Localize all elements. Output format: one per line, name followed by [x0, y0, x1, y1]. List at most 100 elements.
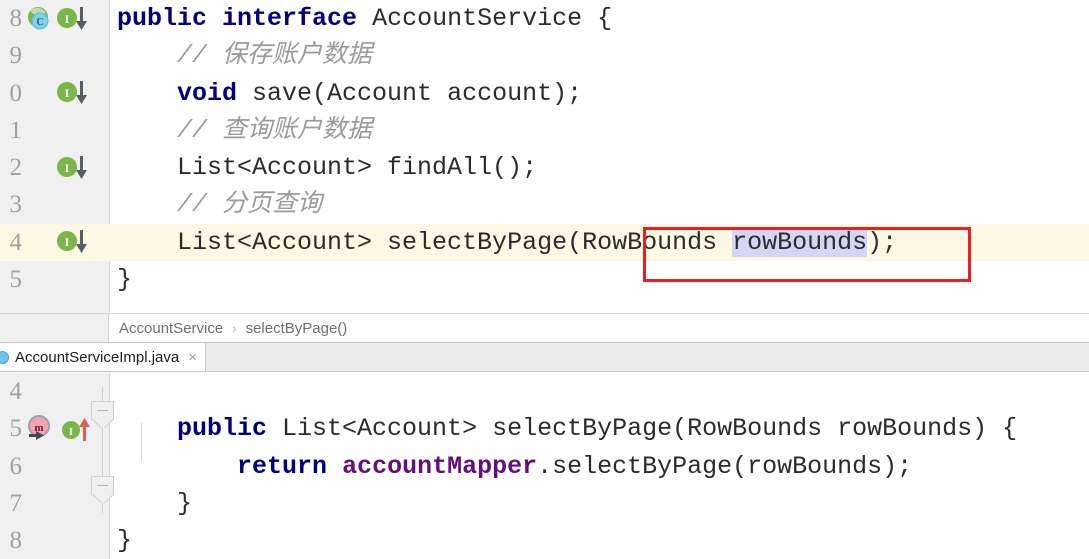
ide-window: 8CI90I12I34I5 public interface AccountSe… — [0, 0, 1089, 559]
code-token: AccountService { — [357, 4, 613, 33]
svg-text:C: C — [36, 17, 43, 28]
code-line[interactable]: } — [109, 522, 1089, 559]
implementation-down-icon[interactable]: I — [56, 80, 90, 106]
gutter-icons[interactable]: I — [26, 224, 108, 261]
code-token: public — [177, 414, 268, 444]
editor-code-top[interactable]: public interface AccountService { // 保存账… — [109, 0, 1089, 313]
code-folding-column[interactable] — [91, 373, 114, 559]
tab-accountserviceimpl[interactable]: AccountServiceImpl.java × — [0, 343, 207, 371]
breadcrumb-item[interactable]: selectByPage() — [246, 320, 348, 337]
gutter-line[interactable]: 8CI — [0, 0, 109, 37]
editor-gutter-top[interactable]: 8CI90I12I34I5 — [0, 0, 110, 313]
breadcrumb[interactable]: AccountService › selectByPage() — [0, 313, 1089, 342]
code-token: save(Account account); — [237, 78, 583, 108]
editor-pane-accountservice[interactable]: 8CI90I12I34I5 public interface AccountSe… — [0, 0, 1089, 313]
code-token: } — [117, 526, 133, 556]
gutter-icons[interactable] — [26, 37, 108, 74]
gutter-icons[interactable] — [26, 522, 108, 559]
code-token: } — [117, 265, 133, 295]
breadcrumb-item[interactable]: AccountService — [119, 320, 223, 337]
code-line[interactable]: return accountMapper.selectByPage(rowBou… — [109, 448, 1089, 485]
svg-text:I: I — [65, 161, 70, 175]
tab-bar-empty-area — [206, 343, 1089, 371]
close-icon[interactable]: × — [188, 350, 197, 365]
line-number: 5 — [9, 266, 23, 294]
implementation-down-icon[interactable]: I — [56, 155, 90, 181]
editor-gutter-bottom[interactable]: 4 5m I 6 7 8 — [0, 373, 114, 559]
tab-label: AccountServiceImpl.java — [15, 348, 180, 366]
code-line[interactable]: public List<Account> selectByPage(RowBou… — [109, 410, 1089, 447]
line-number: 4 — [9, 378, 23, 405]
gutter-line[interactable]: 1 — [0, 112, 109, 149]
code-line[interactable]: } — [109, 261, 1089, 298]
editor-tab-bar[interactable]: AccountServiceImpl.java × — [0, 342, 1089, 372]
line-number: 5 — [9, 415, 23, 443]
code-line[interactable]: public interface AccountService { — [109, 0, 1089, 37]
code-token: accountMapper — [342, 451, 538, 481]
code-token: List<Account> selectByPage(RowBounds — [117, 227, 733, 257]
line-number: 1 — [9, 116, 23, 144]
gutter-line[interactable]: 9 — [0, 37, 109, 74]
code-token: // 分页查询 — [177, 190, 323, 220]
implemented-by-icon[interactable]: C — [26, 6, 52, 31]
code-token: List<Account> selectByPage(RowBounds row… — [267, 414, 1018, 444]
line-number: 8 — [9, 527, 23, 555]
svg-text:m: m — [34, 422, 43, 434]
line-number: 7 — [9, 489, 23, 517]
gutter-line[interactable]: 4I — [0, 223, 109, 262]
code-token: // 查询账户数据 — [177, 115, 373, 145]
gutter-line[interactable]: 0I — [0, 75, 109, 112]
code-line[interactable]: // 分页查询 — [109, 186, 1089, 223]
code-line[interactable]: // 查询账户数据 — [109, 112, 1089, 149]
code-token: // 保存账户数据 — [177, 41, 373, 71]
gutter-icons[interactable]: CI — [26, 0, 108, 37]
code-line[interactable]: List<Account> selectByPage(RowBounds row… — [109, 223, 1089, 262]
code-token: void — [177, 78, 238, 108]
implementation-down-icon[interactable]: I — [56, 6, 90, 32]
editor-pane-accountserviceimpl[interactable]: 4 5m I 6 7 8 public List<Account> selectByPag… — [0, 373, 1089, 559]
implementation-down-icon[interactable]: I — [56, 229, 90, 255]
gutter-line[interactable]: 2I — [0, 149, 109, 186]
gutter-line[interactable]: 5 — [0, 261, 109, 298]
code-line[interactable]: void save(Account account); — [109, 75, 1089, 112]
breadcrumb-gutter-spacer — [0, 314, 109, 342]
gutter-line[interactable]: 8 — [0, 522, 109, 559]
gutter-icons[interactable] — [26, 186, 108, 223]
editor-code-bottom[interactable]: public List<Account> selectByPage(RowBou… — [109, 373, 1089, 559]
line-number: 0 — [9, 79, 23, 107]
code-token: List<Account> findAll(); — [117, 153, 538, 183]
gutter-icons[interactable]: I — [26, 75, 108, 112]
java-class-icon — [0, 350, 9, 364]
line-number: 4 — [9, 228, 23, 256]
overriding-method-icon[interactable]: m — [26, 414, 58, 443]
line-number: 3 — [9, 191, 23, 219]
code-token: return — [237, 451, 328, 481]
code-token: public — [117, 4, 208, 33]
line-number: 9 — [9, 42, 23, 70]
svg-text:I: I — [65, 86, 70, 100]
code-token: } — [117, 488, 193, 518]
code-token: interface — [222, 4, 358, 33]
code-line[interactable]: List<Account> findAll(); — [109, 149, 1089, 186]
code-line[interactable]: } — [109, 485, 1089, 522]
gutter-icons[interactable] — [26, 261, 108, 298]
svg-text:I: I — [65, 12, 70, 26]
line-number: 2 — [9, 154, 23, 182]
code-token: rowBounds — [732, 227, 868, 257]
gutter-icons[interactable]: I — [26, 149, 108, 186]
gutter-icons[interactable] — [26, 112, 108, 149]
gutter-line[interactable]: 3 — [0, 186, 109, 223]
implementing-up-icon[interactable]: I — [60, 416, 94, 442]
code-line[interactable] — [109, 373, 1089, 410]
breadcrumb-separator-icon: › — [232, 320, 237, 336]
code-token: ); — [867, 227, 898, 257]
code-line[interactable]: // 保存账户数据 — [109, 37, 1089, 74]
